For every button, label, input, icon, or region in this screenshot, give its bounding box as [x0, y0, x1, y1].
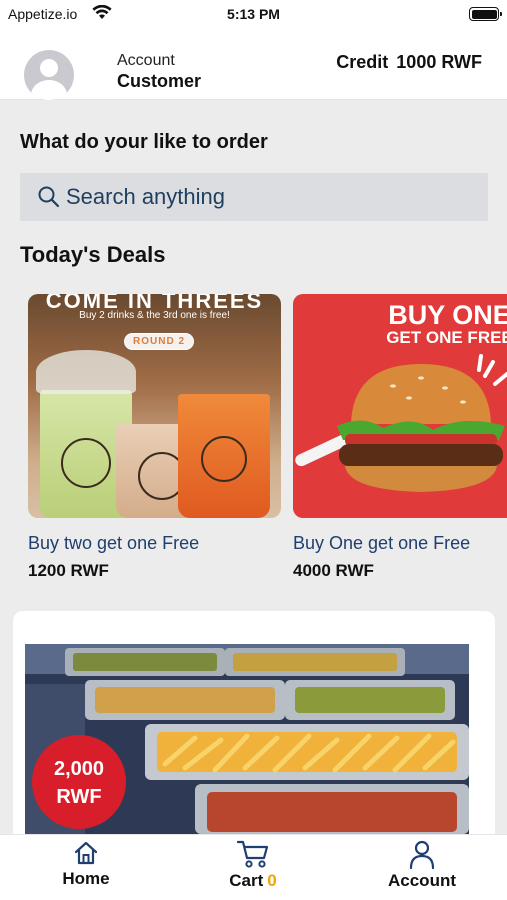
user-avatar-icon[interactable] [24, 50, 74, 100]
nav-cart-label: Cart [229, 871, 264, 890]
deals-title: Today's Deals [20, 242, 166, 267]
person-icon [382, 839, 462, 870]
account-header: Account Customer Credit 1000 RWF [0, 30, 507, 100]
deal-price: 4000 RWF [293, 561, 374, 580]
main-content: What do your like to order Search anythi… [0, 100, 507, 834]
badge-currency: RWF [56, 786, 102, 808]
deal-image-tag: ROUND 2 [124, 333, 195, 350]
clock: 5:13 PM [227, 6, 280, 22]
nav-cart[interactable]: Cart 0 [218, 839, 288, 891]
battery-full-icon [469, 7, 502, 21]
deal-price: 1200 RWF [28, 561, 109, 580]
deal-card[interactable]: BUY ONE GET ONE FREE Buy One get one Fre… [293, 294, 507, 581]
deal-name: Buy One get one Free [293, 533, 471, 553]
price-badge: 2,000 RWF [32, 735, 126, 829]
search-icon [37, 185, 61, 214]
deal-card[interactable]: COME IN THREES Buy 2 drinks & the 3rd on… [28, 294, 281, 581]
deal-image-subtext: Buy 2 drinks & the 3rd one is free! [79, 310, 230, 321]
nav-home-label: Home [62, 869, 110, 888]
nav-account[interactable]: Account [382, 839, 462, 891]
order-prompt: What do your like to order [20, 131, 268, 153]
home-icon [56, 839, 116, 867]
bottom-nav: Home Cart 0 Account [0, 834, 507, 900]
search-placeholder: Search anything [66, 184, 225, 209]
drink-cup [178, 394, 270, 518]
account-label: Account [117, 52, 175, 69]
nav-home[interactable]: Home [56, 839, 116, 889]
cart-icon [218, 839, 288, 869]
deal-image-drinks[interactable]: COME IN THREES Buy 2 drinks & the 3rd on… [28, 294, 281, 518]
burger-illustration [295, 354, 507, 492]
account-name: Customer [117, 71, 202, 91]
deal-image-burger[interactable]: BUY ONE GET ONE FREE [293, 294, 507, 518]
badge-amount: 2,000 [53, 758, 105, 780]
credit-value: 1000 RWF [396, 52, 482, 72]
credit-label: Credit [336, 52, 389, 72]
status-bar: Appetize.io 5:13 PM [0, 0, 507, 30]
deal-name: Buy two get one Free [28, 533, 200, 553]
credit-balance: Credit 1000 RWF [336, 52, 482, 73]
cart-count: 0 [267, 871, 277, 890]
nav-account-label: Account [388, 871, 456, 890]
search-input[interactable]: Search anything [20, 173, 488, 221]
